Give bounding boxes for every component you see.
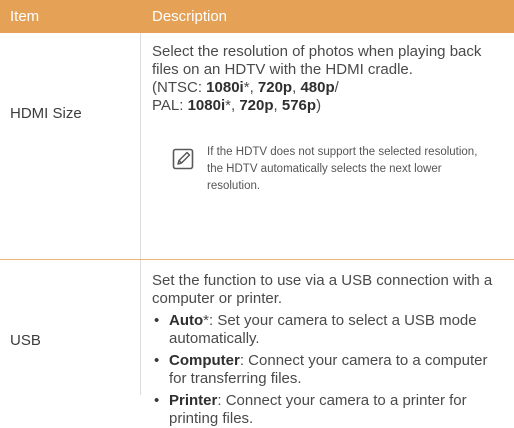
list-item-computer: Computer: Connect your camera to a compu…: [152, 352, 507, 388]
ntsc-1080i: 1080i: [206, 79, 244, 96]
column-divider: [140, 260, 141, 395]
ntsc-suffix: /: [334, 79, 339, 96]
hdmi-description: Select the resolution of photos when pla…: [152, 43, 507, 115]
bullet-text-computer-2: for transferring files.: [169, 370, 302, 387]
usb-intro-line-2: computer or printer.: [152, 290, 283, 307]
note-pencil-icon: [172, 148, 194, 170]
bullet-text-computer-1: : Connect your camera to a computer: [239, 352, 488, 369]
usb-description: Set the function to use via a USB connec…: [152, 272, 507, 428]
note-line-1: If the HDTV does not support the selecte…: [207, 146, 478, 158]
item-label-hdmi-size: HDMI Size: [10, 105, 82, 122]
bullet-term-auto: Auto: [169, 312, 204, 329]
ntsc-sep-1: ,: [249, 79, 258, 96]
column-divider: [140, 33, 141, 259]
hdmi-desc-line-1: Select the resolution of photos when pla…: [152, 43, 482, 60]
header-description: Description: [152, 8, 228, 25]
list-item-auto: Auto*: Set your camera to select a USB m…: [152, 312, 507, 348]
hdmi-note-text: If the HDTV does not support the selecte…: [207, 144, 507, 195]
hdmi-desc-line-2: files on an HDTV with the HDMI cradle.: [152, 61, 413, 78]
item-label-usb: USB: [10, 332, 41, 349]
table-row-usb: USB Set the function to use via a USB co…: [0, 260, 514, 427]
pal-1080i: 1080i: [187, 97, 226, 114]
ntsc-prefix: (NTSC:: [152, 79, 207, 96]
header-item: Item: [10, 8, 40, 25]
hdmi-ntsc-line: (NTSC: 1080i*, 720p, 480p/: [152, 79, 507, 97]
hdmi-pal-line: PAL: 1080i*, 720p, 576p): [152, 97, 507, 115]
usb-options-list: Auto*: Set your camera to select a USB m…: [152, 312, 507, 428]
ntsc-720p: 720p: [257, 79, 293, 96]
table-header: Item Description: [0, 0, 514, 33]
bullet-text-auto-1: : Set your camera to select a USB mode: [209, 312, 477, 329]
note-line-3: resolution.: [207, 180, 261, 192]
usb-intro-line-1: Set the function to use via a USB connec…: [152, 272, 493, 289]
bullet-text-auto-2: automatically.: [169, 330, 260, 347]
ntsc-480p: 480p: [300, 79, 335, 96]
table-row-hdmi-size: HDMI Size Select the resolution of photo…: [0, 33, 514, 259]
pal-576p: 576p: [281, 97, 317, 114]
pal-sep-2: ,: [273, 97, 282, 114]
list-item-printer: Printer: Connect your camera to a printe…: [152, 392, 507, 428]
pal-prefix: PAL:: [152, 97, 188, 114]
pal-720p: 720p: [239, 97, 274, 114]
bullet-text-printer-2: printing files.: [169, 410, 254, 427]
bullet-term-computer: Computer: [169, 352, 240, 369]
pal-suffix: ): [316, 97, 322, 114]
note-line-2: the HDTV automatically selects the next …: [207, 163, 442, 175]
